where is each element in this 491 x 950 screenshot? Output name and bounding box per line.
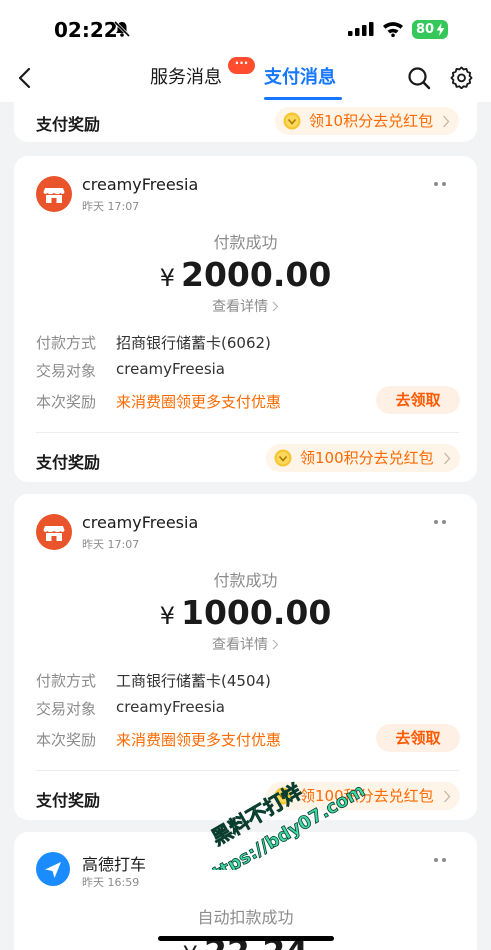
divider bbox=[36, 432, 459, 433]
reward-row-label: 本次奖励 bbox=[36, 731, 97, 749]
counterparty-label: 交易对象 bbox=[36, 362, 97, 380]
reward-label: 支付奖励 bbox=[36, 791, 101, 810]
tab-payment-messages[interactable]: 支付消息 bbox=[264, 66, 336, 90]
battery-indicator: 80 bbox=[412, 20, 448, 39]
status-bar: 02:22 80 bbox=[0, 0, 491, 56]
chevron-right-icon bbox=[443, 452, 451, 465]
view-details-label: 查看详情 bbox=[212, 299, 268, 315]
counterparty-label: 交易对象 bbox=[36, 700, 97, 718]
charging-bolt-icon bbox=[436, 23, 445, 36]
counterparty-value: creamyFreesia bbox=[116, 698, 225, 716]
reward-points-pill[interactable]: 领10积分去兑红包 bbox=[275, 107, 460, 135]
partial-message-card: 支付奖励 领10积分去兑红包 bbox=[14, 100, 477, 142]
currency-symbol: ¥ bbox=[183, 941, 198, 950]
coin-icon bbox=[274, 787, 292, 805]
reward-pill-text: 领10积分去兑红包 bbox=[309, 112, 434, 130]
cellular-signal-icon bbox=[348, 22, 374, 36]
amount-value: 2000.00 bbox=[180, 255, 332, 294]
currency-symbol: ¥ bbox=[159, 602, 175, 630]
back-arrow-icon[interactable] bbox=[16, 66, 36, 90]
coin-icon bbox=[274, 449, 292, 467]
reward-points-pill[interactable]: 领100积分去兑红包 bbox=[266, 444, 460, 472]
divider bbox=[36, 770, 459, 771]
more-options-icon[interactable] bbox=[432, 180, 448, 188]
more-options-icon[interactable] bbox=[432, 518, 448, 526]
coin-icon bbox=[283, 112, 301, 130]
message-time: 昨天 17:07 bbox=[82, 200, 140, 213]
amap-taxi-logo-icon bbox=[36, 852, 70, 886]
unread-badge: ··· bbox=[228, 57, 255, 74]
battery-level: 80 bbox=[416, 22, 435, 37]
reward-label: 支付奖励 bbox=[36, 115, 101, 134]
bell-muted-icon bbox=[113, 20, 131, 38]
reward-row-label: 本次奖励 bbox=[36, 393, 97, 411]
view-details-link[interactable]: 查看详情 bbox=[14, 296, 477, 316]
home-indicator bbox=[158, 936, 334, 941]
message-time: 昨天 17:07 bbox=[82, 538, 140, 551]
nav-bar: 服务消息 ··· 支付消息 bbox=[0, 56, 491, 102]
view-details-link[interactable]: 查看详情 bbox=[14, 634, 477, 654]
merchant-name: 高德打车 bbox=[82, 855, 147, 874]
more-options-icon[interactable] bbox=[432, 856, 448, 864]
reward-points-pill[interactable]: 领100积分去兑红包 bbox=[266, 782, 460, 810]
merchant-name: creamyFreesia bbox=[82, 175, 199, 194]
gear-icon[interactable] bbox=[450, 66, 473, 89]
payment-message-card[interactable]: 高德打车 昨天 16:59 自动扣款成功 ¥22.24 bbox=[14, 832, 477, 950]
payment-amount: ¥2000.00 bbox=[14, 255, 477, 294]
claim-button[interactable]: 去领取 bbox=[376, 724, 460, 752]
amount-value: 22.24 bbox=[204, 932, 308, 950]
claim-button[interactable]: 去领取 bbox=[376, 386, 460, 414]
wifi-icon bbox=[383, 22, 403, 37]
payment-method-value: 招商银行储蓄卡(6062) bbox=[116, 334, 271, 352]
amount-value: 1000.00 bbox=[180, 593, 332, 632]
payment-method-label: 付款方式 bbox=[36, 672, 97, 690]
shop-logo-icon bbox=[36, 176, 72, 212]
payment-amount: ¥22.24 bbox=[14, 932, 477, 950]
promo-link[interactable]: 来消费圈领更多支付优惠 bbox=[116, 391, 281, 412]
counterparty-value: creamyFreesia bbox=[116, 360, 225, 378]
payment-message-card[interactable]: creamyFreesia 昨天 17:07 付款成功 ¥1000.00 查看详… bbox=[14, 494, 477, 820]
payment-message-card[interactable]: creamyFreesia 昨天 17:07 付款成功 ¥2000.00 查看详… bbox=[14, 156, 477, 482]
currency-symbol: ¥ bbox=[159, 264, 175, 292]
chevron-right-icon bbox=[443, 790, 451, 803]
reward-pill-text: 领100积分去兑红包 bbox=[300, 449, 434, 467]
shop-logo-icon bbox=[36, 514, 72, 550]
message-time: 昨天 16:59 bbox=[82, 876, 140, 889]
payment-status: 付款成功 bbox=[213, 233, 278, 252]
chevron-right-icon bbox=[272, 301, 279, 312]
chevron-right-icon bbox=[443, 115, 450, 128]
promo-link[interactable]: 来消费圈领更多支付优惠 bbox=[116, 729, 281, 750]
merchant-name: creamyFreesia bbox=[82, 513, 199, 532]
status-time: 02:22 bbox=[54, 18, 118, 42]
payment-amount: ¥1000.00 bbox=[14, 593, 477, 632]
chevron-right-icon bbox=[272, 639, 279, 650]
payment-status: 付款成功 bbox=[213, 571, 278, 590]
payment-method-label: 付款方式 bbox=[36, 334, 97, 352]
tab-service-messages[interactable]: 服务消息 bbox=[150, 66, 222, 90]
reward-pill-text: 领100积分去兑红包 bbox=[300, 787, 434, 805]
payment-status: 自动扣款成功 bbox=[197, 908, 294, 927]
search-icon[interactable] bbox=[407, 66, 431, 90]
payment-method-value: 工商银行储蓄卡(4504) bbox=[116, 672, 271, 690]
view-details-label: 查看详情 bbox=[212, 637, 268, 653]
reward-label: 支付奖励 bbox=[36, 453, 101, 472]
